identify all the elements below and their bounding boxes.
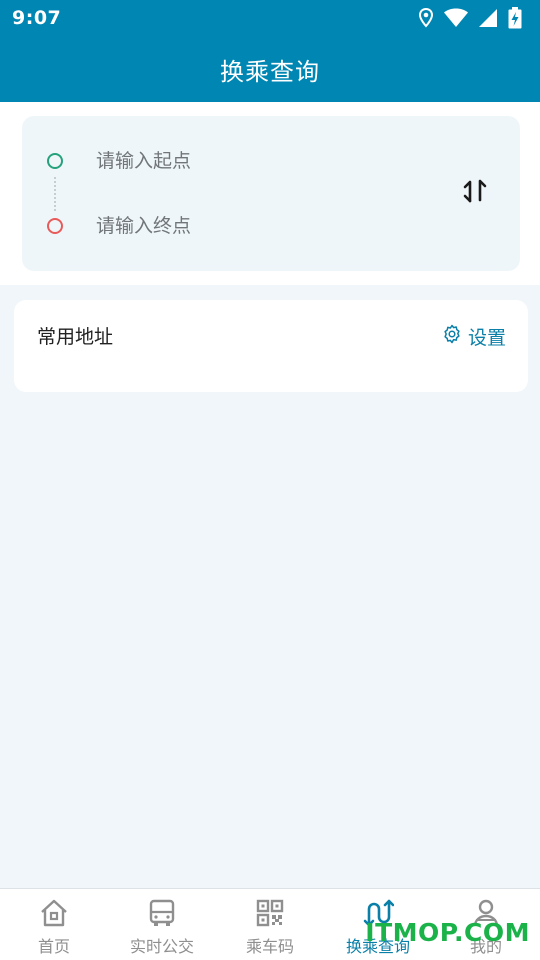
route-connector-line xyxy=(54,177,56,211)
tab-realtime-bus-label: 实时公交 xyxy=(129,937,194,956)
end-point-input[interactable] xyxy=(96,210,436,242)
tab-realtime-bus[interactable]: 实时公交 xyxy=(108,889,216,960)
route-input-card xyxy=(22,116,520,271)
battery-charging-icon xyxy=(508,7,522,29)
address-settings-button[interactable]: 设置 xyxy=(442,323,506,350)
status-icons xyxy=(418,7,522,29)
status-time: 9:07 xyxy=(12,7,62,29)
tab-home-label: 首页 xyxy=(37,937,70,956)
swap-points-button[interactable] xyxy=(458,176,492,210)
signal-icon xyxy=(478,8,498,28)
home-icon xyxy=(38,897,70,929)
end-point-dot xyxy=(47,218,63,234)
app-bar: 换乘查询 xyxy=(0,36,540,102)
page-title: 换乘查询 xyxy=(220,57,320,86)
common-address-title: 常用地址 xyxy=(37,326,114,348)
watermark-text: ITMOP.COM xyxy=(365,918,530,947)
start-point-input[interactable] xyxy=(96,145,436,177)
location-icon xyxy=(418,8,434,28)
tab-ride-code[interactable]: 乘车码 xyxy=(216,889,324,960)
tab-ride-code-label: 乘车码 xyxy=(245,937,294,956)
tab-home[interactable]: 首页 xyxy=(0,889,108,960)
wifi-icon xyxy=(444,8,468,28)
gear-icon xyxy=(442,324,462,349)
route-section xyxy=(0,102,540,285)
qr-code-icon xyxy=(254,897,286,929)
settings-label: 设置 xyxy=(467,327,506,349)
status-bar: 9:07 xyxy=(0,0,540,36)
bus-icon xyxy=(146,897,178,929)
start-point-dot xyxy=(47,153,63,169)
common-address-card: 常用地址 设置 xyxy=(14,300,528,392)
swap-vertical-icon xyxy=(461,177,489,209)
